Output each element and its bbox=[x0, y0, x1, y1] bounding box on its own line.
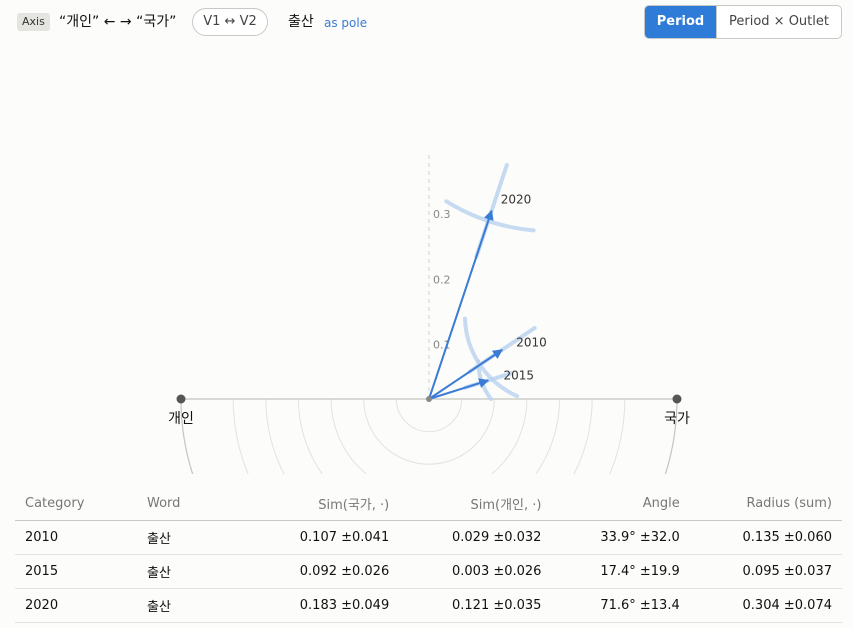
results-table: Category Word Sim(국가, ·) Sim(개인, ·) Angl… bbox=[15, 486, 842, 623]
table-header-row: Category Word Sim(국가, ·) Sim(개인, ·) Angl… bbox=[15, 486, 842, 521]
swap-axis-button[interactable]: V1 ↔ V2 bbox=[192, 8, 268, 36]
cell-category: 2015 bbox=[15, 554, 137, 589]
as-pole-link[interactable]: as pole bbox=[324, 15, 367, 31]
axis-badge: Axis bbox=[17, 13, 50, 31]
cell-word: 출산 bbox=[137, 554, 247, 589]
left-pole-label: 개인 bbox=[168, 411, 194, 427]
col-sim-left: Sim(개인, ·) bbox=[399, 486, 552, 521]
table-row: 2015 출산 0.092 ±0.026 0.003 ±0.026 17.4° … bbox=[15, 554, 842, 589]
radial-tick-label: 0.3 bbox=[433, 208, 451, 221]
right-pole-dot bbox=[672, 394, 682, 404]
cell-word: 출산 bbox=[137, 520, 247, 555]
cell-radius: 0.135 ±0.060 bbox=[689, 520, 842, 555]
mode-toggle: Period Period × Outlet bbox=[644, 5, 842, 39]
cell-sim-right: 0.107 ±0.041 bbox=[247, 520, 400, 555]
polar-chart: 0.10.20.3201020152020개인 국가 bbox=[168, 151, 690, 474]
col-sim-right: Sim(국가, ·) bbox=[247, 486, 400, 521]
target-word: 출산 bbox=[288, 14, 314, 30]
cell-sim-left: 0.003 ±0.026 bbox=[399, 554, 552, 589]
col-category: Category bbox=[15, 486, 137, 521]
cell-sim-left: 0.029 ±0.032 bbox=[399, 520, 552, 555]
outer-arc bbox=[180, 398, 678, 474]
grid-ring bbox=[297, 398, 561, 474]
mode-period-outlet-button[interactable]: Period × Outlet bbox=[716, 6, 841, 38]
grid-ring bbox=[330, 398, 528, 474]
cell-radius: 0.095 ±0.037 bbox=[689, 554, 842, 589]
col-radius: Radius (sum) bbox=[689, 486, 842, 521]
left-pole-dot bbox=[176, 394, 186, 404]
origin-dot bbox=[426, 396, 432, 402]
cell-radius: 0.304 ±0.074 bbox=[689, 588, 842, 623]
grid-ring bbox=[232, 398, 626, 474]
grid-ring bbox=[395, 398, 463, 433]
col-angle: Angle bbox=[551, 486, 690, 521]
table-row: 2020 출산 0.183 ±0.049 0.121 ±0.035 71.6° … bbox=[15, 588, 842, 623]
radial-tick-label: 0.2 bbox=[433, 273, 451, 286]
vector-label: 2010 bbox=[516, 335, 547, 349]
cell-angle: 71.6° ±13.4 bbox=[551, 588, 690, 623]
vector-arrow bbox=[428, 349, 503, 400]
col-word: Word bbox=[137, 486, 247, 521]
vector-label: 2020 bbox=[501, 192, 532, 206]
cell-sim-right: 0.183 ±0.049 bbox=[247, 588, 400, 623]
toolbar: Axis “개인” ← → “국가” V1 ↔ V2 출산 as pole Pe… bbox=[0, 0, 854, 44]
cell-sim-left: 0.121 ±0.035 bbox=[399, 588, 552, 623]
vector-label: 2015 bbox=[504, 369, 535, 383]
table-row: 2010 출산 0.107 ±0.041 0.029 ±0.032 33.9° … bbox=[15, 520, 842, 555]
cell-word: 출산 bbox=[137, 588, 247, 623]
cell-sim-right: 0.092 ±0.026 bbox=[247, 554, 400, 589]
right-pole-label: 국가 bbox=[664, 411, 690, 427]
cell-category: 2020 bbox=[15, 588, 137, 623]
cell-category: 2010 bbox=[15, 520, 137, 555]
vector-arrow bbox=[428, 378, 490, 400]
cell-angle: 17.4° ±19.9 bbox=[551, 554, 690, 589]
cell-angle: 33.9° ±32.0 bbox=[551, 520, 690, 555]
mode-period-button[interactable]: Period bbox=[645, 6, 716, 38]
axis-definition: “개인” ← → “국가” bbox=[59, 14, 177, 30]
